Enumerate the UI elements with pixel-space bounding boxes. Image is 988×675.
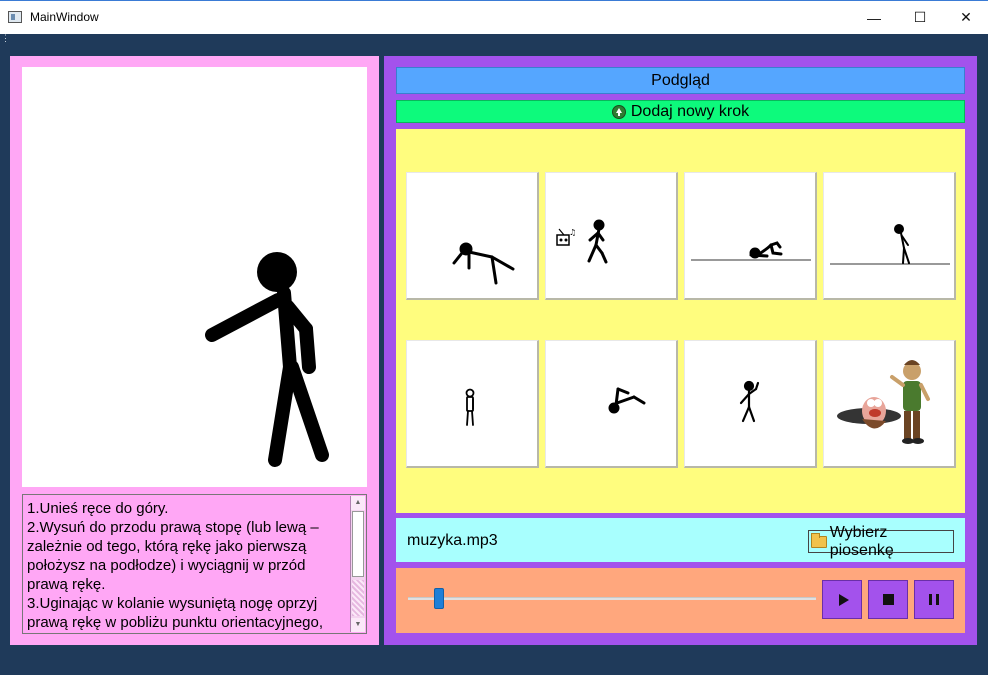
minimize-button[interactable]: —: [851, 1, 897, 34]
step-tile-7[interactable]: [684, 340, 817, 468]
scroll-up-icon[interactable]: ▲: [351, 496, 365, 510]
playback-slider-track[interactable]: [408, 597, 816, 600]
instruction-line: 1.Unieś ręce do góry.: [27, 500, 169, 517]
left-panel: 1.Unieś ręce do góry. 2.Wysuń do przodu …: [10, 56, 379, 645]
right-panel: Podgląd Dodaj nowy krok ♫ muzyka.mp3 Wyb…: [384, 56, 977, 645]
music-filename: muzyka.mp3: [407, 532, 498, 549]
scrollbar-thumb[interactable]: [352, 511, 364, 577]
step-tile-1[interactable]: [406, 172, 539, 300]
step-tile-8[interactable]: [823, 340, 956, 468]
stickman-waving-icon: [739, 380, 760, 423]
instructions-scrollbar[interactable]: ▲ ▼: [350, 496, 365, 632]
svg-text:♫: ♫: [569, 228, 576, 237]
stickman-walking-radio-icon: ♫: [556, 219, 608, 264]
instruction-line: 3.Uginając w kolanie wysuniętą nogę oprz…: [27, 595, 324, 631]
step-tile-5[interactable]: [406, 340, 539, 468]
pause-button[interactable]: [914, 580, 954, 619]
title-bar: MainWindow — ☐ ✕: [0, 0, 988, 34]
playback-slider-handle[interactable]: [434, 588, 444, 609]
step-tile-3[interactable]: [684, 172, 817, 300]
scroll-down-icon[interactable]: ▼: [351, 618, 365, 632]
stickman-lying-down-icon: [452, 242, 515, 285]
stickman-crawling-on-floor-icon: [691, 241, 811, 261]
choose-song-button[interactable]: Wybierz piosenkę: [808, 524, 954, 559]
play-icon: [838, 593, 849, 606]
app-window-icon: [8, 11, 22, 23]
cartoon-dancing-characters-icon: [837, 360, 930, 444]
instructions-text: 1.Unieś ręce do góry. 2.Wysuń do przodu …: [27, 499, 349, 632]
close-button[interactable]: ✕: [943, 1, 988, 34]
maximize-button[interactable]: ☐: [897, 1, 943, 34]
step-tile-2[interactable]: ♫: [545, 172, 678, 300]
folder-icon: [811, 532, 827, 548]
animation-preview-canvas: [22, 67, 367, 487]
instructions-textbox[interactable]: 1.Unieś ręce do góry. 2.Wysuń do przodu …: [22, 494, 367, 634]
window-title: MainWindow: [30, 10, 99, 24]
add-circle-icon: [611, 104, 626, 119]
instruction-line: 2.Wysuń do przodu prawą stopę (lub lewą …: [27, 519, 319, 593]
stickman-figure-icon: [205, 252, 329, 467]
stickman-bending-over-icon: [830, 224, 950, 265]
player-controls: [396, 568, 965, 633]
menu-grip-icon[interactable]: ⋮: [1, 34, 10, 43]
add-step-button[interactable]: Dodaj nowy krok: [396, 100, 965, 123]
stickman-breakdance-icon: [608, 387, 646, 414]
add-step-label: Dodaj nowy krok: [630, 102, 750, 120]
music-bar: muzyka.mp3 Wybierz piosenkę: [396, 518, 965, 562]
choose-song-label: Wybierz piosenkę: [829, 523, 894, 559]
steps-grid: ♫: [396, 129, 965, 513]
stickman-standing-icon: [465, 388, 475, 426]
preview-button-label: Podgląd: [651, 71, 710, 89]
stop-button[interactable]: [868, 580, 908, 619]
play-button[interactable]: [822, 580, 862, 619]
preview-button[interactable]: Podgląd: [396, 67, 965, 94]
step-tile-6[interactable]: [545, 340, 678, 468]
step-tile-4[interactable]: [823, 172, 956, 300]
stop-icon: [882, 594, 894, 605]
scrollbar-track[interactable]: [352, 580, 364, 616]
pause-icon: [929, 594, 939, 605]
